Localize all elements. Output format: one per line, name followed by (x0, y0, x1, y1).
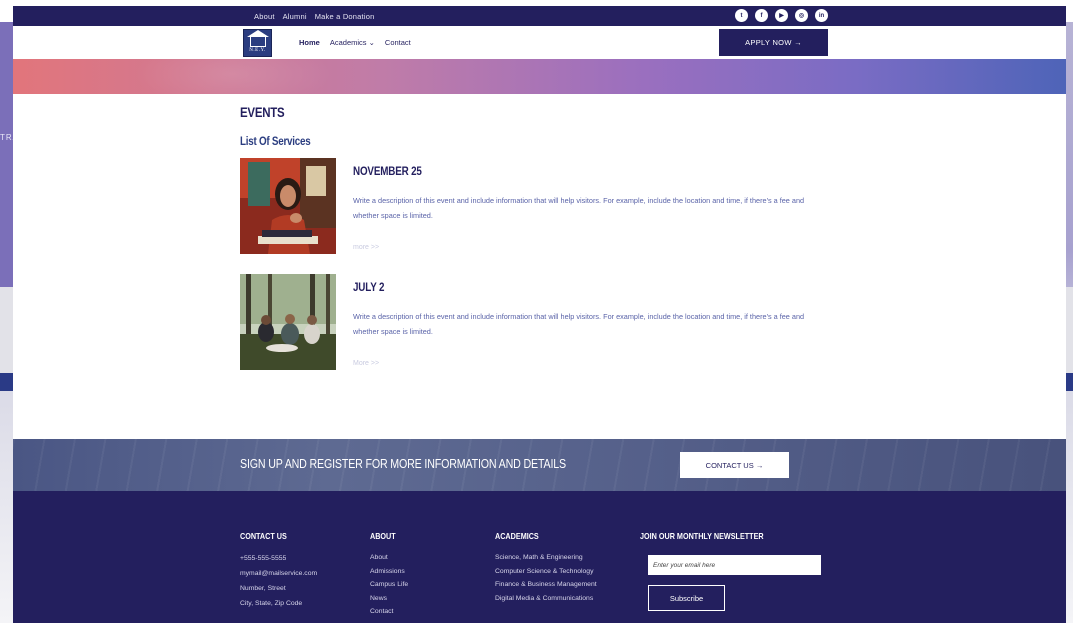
youtube-glyph: ▶ (779, 12, 784, 19)
background-side-panel (0, 22, 13, 287)
event-date: NOVEMBER 25 (353, 164, 422, 178)
events-section: EVENTS List Of Services NOVEMBER 25 Writ… (13, 94, 1066, 439)
footer-link-finance[interactable]: Finance & Business Management (495, 578, 597, 592)
footer-about: ABOUT About Admissions Campus Life News … (370, 531, 408, 619)
signup-text: SIGN UP AND REGISTER FOR MORE INFORMATIO… (240, 456, 566, 471)
footer-street: Number, Street (240, 585, 286, 592)
event-item: JULY 2 Write a description of this event… (240, 274, 820, 370)
twitter-icon[interactable]: t (735, 9, 748, 22)
instagram-icon[interactable]: ◎ (795, 9, 808, 22)
event-photo-student (240, 158, 336, 254)
footer-link-about[interactable]: About (370, 551, 408, 565)
footer-newsletter: JOIN OUR MONTHLY NEWSLETTER (640, 531, 785, 551)
event-date: JULY 2 (353, 280, 385, 294)
footer-contact-heading: CONTACT US (240, 531, 287, 541)
top-link-alumni[interactable]: Alumni (283, 12, 307, 21)
event-description: Write a description of this event and in… (353, 312, 805, 336)
signup-banner: SIGN UP AND REGISTER FOR MORE INFORMATIO… (13, 439, 1066, 491)
hero-banner (13, 59, 1066, 94)
subscribe-button[interactable]: Subscribe (648, 585, 725, 611)
section-subtitle: List Of Services (240, 134, 311, 148)
page-frame: About Alumni Make a Donation t f ▶ ◎ in … (13, 6, 1066, 623)
top-link-about[interactable]: About (254, 12, 275, 21)
event-more-link[interactable]: More >> (353, 360, 379, 367)
footer: CONTACT US +555-555-5555 mymail@mailserv… (13, 491, 1066, 623)
footer-about-heading: ABOUT (370, 531, 396, 541)
event-more-link[interactable]: more >> (353, 244, 379, 251)
youtube-icon[interactable]: ▶ (775, 9, 788, 22)
main-navbar: N.E.Y. Home Academics ⌄ Contact APPLY NO… (13, 26, 1066, 59)
footer-link-science[interactable]: Science, Math & Engineering (495, 551, 597, 565)
nav-contact[interactable]: Contact (385, 38, 411, 47)
footer-link-news[interactable]: News (370, 592, 408, 606)
event-item: NOVEMBER 25 Write a description of this … (240, 158, 820, 254)
event-description: Write a description of this event and in… (353, 196, 805, 220)
nav-home[interactable]: Home (299, 38, 320, 47)
footer-link-digital-media[interactable]: Digital Media & Communications (495, 592, 597, 606)
linkedin-icon[interactable]: in (815, 9, 828, 22)
social-links: t f ▶ ◎ in (735, 9, 828, 22)
footer-academics: ACADEMICS Science, Math & Engineering Co… (495, 531, 597, 605)
footer-email[interactable]: mymail@mailservice.com (240, 566, 317, 581)
footer-link-campus-life[interactable]: Campus Life (370, 578, 408, 592)
linkedin-glyph: in (818, 12, 825, 19)
page-title: EVENTS (240, 104, 285, 120)
footer-link-admissions[interactable]: Admissions (370, 565, 408, 579)
footer-academics-heading: ACADEMICS (495, 531, 539, 541)
footer-link-contact[interactable]: Contact (370, 605, 408, 619)
house-icon (246, 30, 269, 47)
footer-newsletter-heading: JOIN OUR MONTHLY NEWSLETTER (640, 531, 764, 541)
school-logo[interactable]: N.E.Y. (243, 29, 272, 57)
instagram-glyph: ◎ (798, 12, 805, 19)
top-links: About Alumni Make a Donation (254, 6, 374, 26)
top-link-donation[interactable]: Make a Donation (315, 12, 375, 21)
top-utility-bar: About Alumni Make a Donation t f ▶ ◎ in (13, 6, 1066, 26)
facebook-icon[interactable]: f (755, 9, 768, 22)
footer-phone: +555-555-5555 (240, 555, 287, 562)
logo-text: N.E.Y. (249, 48, 266, 53)
event-photo-group (240, 274, 336, 370)
apply-now-button[interactable]: APPLY NOW → (719, 29, 828, 56)
contact-us-button[interactable]: CONTACT US → (680, 452, 789, 478)
footer-contact: CONTACT US +555-555-5555 mymail@mailserv… (240, 531, 317, 611)
footer-city: City, State, Zip Code (240, 600, 303, 607)
footer-link-computer-science[interactable]: Computer Science & Technology (495, 565, 597, 579)
twitter-glyph: t (740, 12, 743, 19)
nav-academics[interactable]: Academics ⌄ (330, 38, 375, 47)
nav-menu: Home Academics ⌄ Contact (299, 26, 411, 59)
facebook-glyph: f (760, 12, 763, 19)
newsletter-email-input[interactable]: Enter your email here (648, 555, 821, 575)
